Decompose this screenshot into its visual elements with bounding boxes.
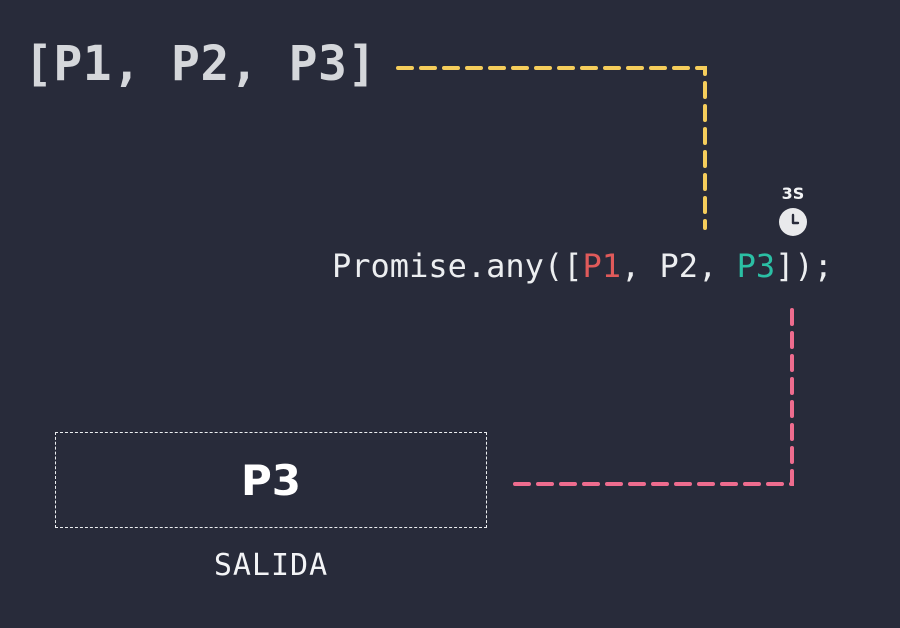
array-separator: , xyxy=(229,36,289,92)
code-prefix: Promise.any([ xyxy=(332,247,583,285)
input-item-p1: P1 xyxy=(53,36,113,92)
code-separator: , xyxy=(620,247,660,285)
array-open-bracket: [ xyxy=(24,36,54,92)
code-token-p2: P2 xyxy=(659,247,699,285)
timer: 3S xyxy=(774,184,812,237)
output-value: P3 xyxy=(240,455,301,505)
output-caption: SALIDA xyxy=(213,548,329,583)
array-separator: , xyxy=(112,36,171,92)
input-promise-array: [P1, P2, P3] xyxy=(24,34,377,94)
timer-label: 3S xyxy=(781,184,805,203)
input-item-p3: P3 xyxy=(288,36,348,92)
code-suffix: ]); xyxy=(775,247,833,285)
promise-any-call: Promise.any([P1, P2, P3]); xyxy=(332,246,833,286)
code-token-p1-rejected: P1 xyxy=(582,247,621,285)
clock-icon xyxy=(779,208,807,236)
code-token-p3-resolved: P3 xyxy=(736,247,776,285)
input-connector-line xyxy=(396,66,707,230)
array-close-bracket: ] xyxy=(347,36,377,92)
connectors xyxy=(396,66,794,486)
code-separator: , xyxy=(698,247,737,285)
output-box: P3 xyxy=(55,432,487,528)
output-connector-line xyxy=(506,308,794,486)
input-item-p2: P2 xyxy=(171,36,230,92)
